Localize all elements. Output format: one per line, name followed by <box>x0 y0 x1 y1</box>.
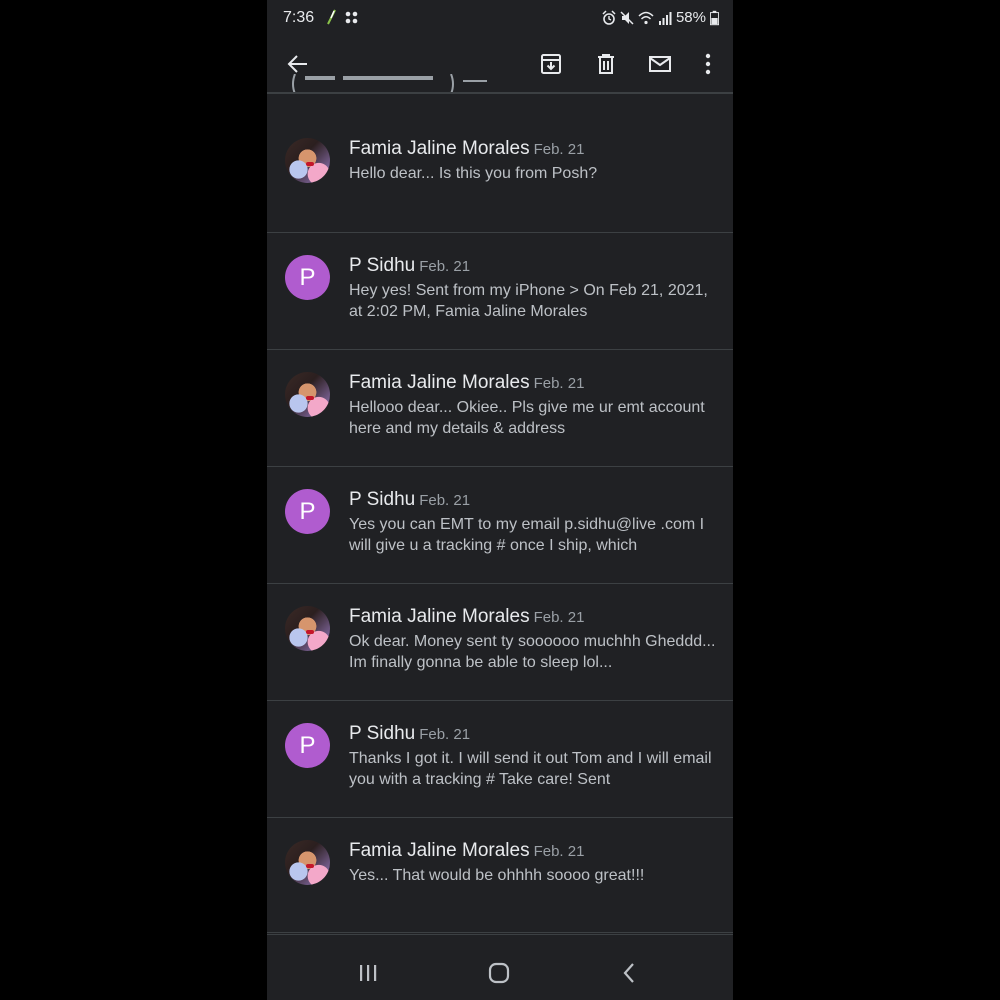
message-snippet: Hellooo dear... Okiee.. Pls give me ur e… <box>349 399 705 437</box>
message-snippet: Thanks I got it. I will send it out Tom … <box>349 750 712 788</box>
mark-unread-icon <box>649 56 671 72</box>
alarm-icon <box>602 9 616 25</box>
sender-name: P Sidhu <box>349 489 416 510</box>
message-snippet: Yes you can EMT to my email p.sidhu@live… <box>349 516 705 554</box>
message-snippet: Hey yes! Sent from my iPhone > On Feb 21… <box>349 282 708 320</box>
message-date: Feb. 21 <box>533 141 585 158</box>
navigation-bar <box>267 945 733 1000</box>
message-date: Feb. 21 <box>419 726 471 743</box>
battery-percent: 58% <box>675 9 706 26</box>
sender-name: P Sidhu <box>349 723 416 744</box>
message-header: Famia Jaline Morales Feb. 21 <box>349 372 584 394</box>
back-nav-icon <box>623 963 634 983</box>
nav-divider <box>267 932 733 933</box>
back-arrow-icon <box>287 55 307 73</box>
delete-icon <box>598 54 614 74</box>
avatar[interactable] <box>285 606 330 651</box>
message-date: Feb. 21 <box>533 843 585 860</box>
message-item[interactable]: Famia Jaline Morales Feb. 21 Yes... That … <box>267 818 733 935</box>
wifi-icon <box>638 11 654 24</box>
sender-name: Famia Jaline Morales <box>349 138 530 159</box>
avatar[interactable] <box>285 372 330 417</box>
message-list: Famia Jaline Morales Feb. 21 Hello dear..… <box>267 116 733 935</box>
message-item[interactable]: Famia Jaline Morales Feb. 21 Hello dear..… <box>267 116 733 233</box>
archive-icon <box>541 54 561 74</box>
status-left-icons <box>325 9 359 25</box>
status-bar: 7:36 58% <box>267 0 733 36</box>
archive-button[interactable] <box>533 46 569 82</box>
avatar[interactable]: P <box>285 255 330 300</box>
scrolled-off-text <box>291 74 491 94</box>
more-options-button[interactable] <box>690 46 726 82</box>
message-header: P Sidhu Feb. 21 <box>349 723 470 745</box>
message-item[interactable]: P P Sidhu Feb. 21 Yes you can EMT to my e… <box>267 467 733 584</box>
message-item[interactable]: Famia Jaline Morales Feb. 21 Hellooo dear… <box>267 350 733 467</box>
message-date: Feb. 21 <box>533 375 585 392</box>
avatar[interactable]: P <box>285 723 330 768</box>
message-item[interactable]: P P Sidhu Feb. 21 Thanks I got it. I will… <box>267 701 733 818</box>
recent-apps-icon <box>360 965 377 981</box>
back-nav-button[interactable] <box>609 957 649 989</box>
mark-unread-button[interactable] <box>642 46 678 82</box>
avatar[interactable] <box>285 138 330 183</box>
status-time: 7:36 <box>283 9 315 26</box>
message-header: P Sidhu Feb. 21 <box>349 255 470 277</box>
recent-apps-button[interactable] <box>348 957 388 989</box>
message-date: Feb. 21 <box>419 258 471 275</box>
sender-name: Famia Jaline Morales <box>349 840 530 861</box>
toolbar-divider <box>267 92 733 94</box>
home-icon <box>488 962 510 984</box>
sender-name: P Sidhu <box>349 255 416 276</box>
message-snippet: Yes... That would be ohhhh soooo great!!… <box>349 867 645 884</box>
message-item[interactable]: P P Sidhu Feb. 21 Hey yes! Sent from my i… <box>267 233 733 350</box>
home-button[interactable] <box>479 957 519 989</box>
message-date: Feb. 21 <box>419 492 471 509</box>
leaf-icon <box>327 9 336 25</box>
avatar[interactable]: P <box>285 489 330 534</box>
message-snippet: Ok dear. Money sent ty soooooo muchhh Gh… <box>349 633 716 671</box>
grid-icon <box>345 11 358 24</box>
more-options-icon <box>705 53 711 75</box>
phone-screen: 7:36 58% Famia Jaline Morales Feb. 21 He… <box>267 0 733 1000</box>
status-right: 58% <box>602 9 719 26</box>
message-date: Feb. 21 <box>533 609 585 626</box>
signal-icon <box>658 11 672 25</box>
avatar[interactable] <box>285 840 330 885</box>
message-item[interactable]: Famia Jaline Morales Feb. 21 Ok dear. Mon… <box>267 584 733 701</box>
sender-name: Famia Jaline Morales <box>349 606 530 627</box>
delete-button[interactable] <box>588 46 624 82</box>
message-snippet: Hello dear... Is this you from Posh? <box>349 165 598 182</box>
message-header: Famia Jaline Morales Feb. 21 <box>349 840 584 862</box>
message-header: Famia Jaline Morales Feb. 21 <box>349 138 584 160</box>
mute-icon <box>620 10 634 25</box>
sender-name: Famia Jaline Morales <box>349 372 530 393</box>
battery-icon <box>710 10 719 25</box>
message-header: P Sidhu Feb. 21 <box>349 489 470 511</box>
message-header: Famia Jaline Morales Feb. 21 <box>349 606 584 628</box>
